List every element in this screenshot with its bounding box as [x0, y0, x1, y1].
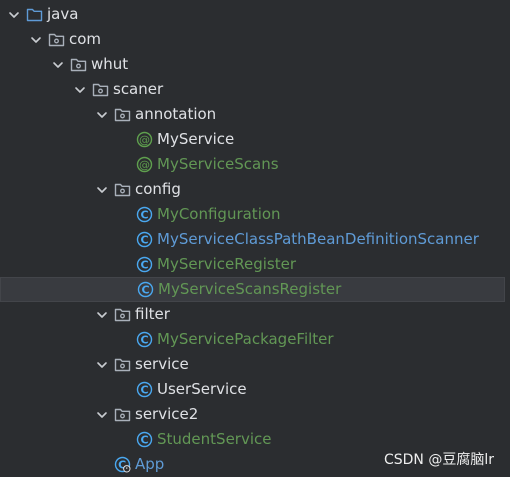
tree-item-scaner[interactable]: scaner: [0, 77, 505, 102]
chevron-down-icon[interactable]: [94, 357, 110, 373]
chevron-down-icon[interactable]: [94, 407, 110, 423]
tree-item-label: annotation: [135, 105, 217, 123]
package-icon: [48, 31, 65, 48]
tree-item-label: java: [47, 5, 79, 23]
tree-item-myconfiguration[interactable]: C MyConfiguration: [0, 202, 505, 227]
chevron-down-icon[interactable]: [6, 7, 22, 23]
svg-text:C: C: [140, 209, 148, 222]
chevron-down-icon[interactable]: [72, 82, 88, 98]
tree-item-config[interactable]: config: [0, 177, 505, 202]
package-icon: [114, 356, 131, 373]
svg-text:C: C: [140, 234, 148, 247]
class-icon: C: [136, 431, 153, 448]
class-icon: C: [136, 381, 153, 398]
tree-item-label: App: [135, 455, 165, 473]
tree-item-label: MyServiceRegister: [157, 255, 297, 273]
package-icon: [114, 181, 131, 198]
tree-item-label: MyServiceClassPathBeanDefinitionScanner: [157, 230, 479, 248]
package-icon: [114, 306, 131, 323]
tree-item-myservice[interactable]: @ MyService: [0, 127, 505, 152]
tree-item-label: com: [69, 30, 102, 48]
tree-item-label: UserService: [157, 380, 247, 398]
package-icon: [70, 56, 87, 73]
tree-item-label: config: [135, 180, 181, 198]
source-folder-icon: [26, 6, 43, 23]
tree-item-myservicepackagefilter[interactable]: C MyServicePackageFilter: [0, 327, 505, 352]
class-icon: C: [136, 256, 153, 273]
svg-text:C: C: [140, 259, 148, 272]
annotation-icon: @: [136, 131, 153, 148]
svg-text:C: C: [141, 284, 149, 297]
tree-item-label: service2: [135, 405, 199, 423]
tree-item-label: MyServicePackageFilter: [157, 330, 334, 348]
tree-item-myservicescansregister[interactable]: C MyServiceScansRegister: [0, 277, 505, 302]
chevron-down-icon[interactable]: [94, 107, 110, 123]
tree-item-filter[interactable]: filter: [0, 302, 505, 327]
tree-item-myservicescans[interactable]: @ MyServiceScans: [0, 152, 505, 177]
tree-item-label: MyService: [157, 130, 235, 148]
svg-text:C: C: [140, 384, 148, 397]
class-icon: C: [136, 206, 153, 223]
chevron-down-icon[interactable]: [94, 307, 110, 323]
tree-item-label: StudentService: [157, 430, 272, 448]
annotation-icon: @: [136, 156, 153, 173]
tree-item-label: whut: [91, 55, 129, 73]
tree-item-service[interactable]: service: [0, 352, 505, 377]
tree-item-whut[interactable]: whut: [0, 52, 505, 77]
tree-item-label: MyServiceScansRegister: [158, 280, 342, 298]
package-icon: [114, 406, 131, 423]
svg-text:@: @: [139, 158, 150, 171]
tree-item-java[interactable]: java: [0, 2, 505, 27]
tree-item-label: MyServiceScans: [157, 155, 279, 173]
tree-item-userservice[interactable]: C UserService: [0, 377, 505, 402]
project-tree: java com whut scaner annotation @ MyService @ My…: [0, 0, 510, 477]
class-icon: C: [137, 281, 154, 298]
svg-text:C: C: [140, 334, 148, 347]
main-class-icon: C: [114, 456, 131, 473]
watermark-text: CSDN @豆腐脑lr: [383, 452, 494, 468]
tree-item-annotation[interactable]: annotation: [0, 102, 505, 127]
package-icon: [114, 106, 131, 123]
tree-item-com[interactable]: com: [0, 27, 505, 52]
tree-item-myserviceclasspathbeandefinitionscanner[interactable]: C MyServiceClassPathBeanDefinitionScanner: [0, 227, 505, 252]
tree-item-service2[interactable]: service2: [0, 402, 505, 427]
tree-item-label: scaner: [113, 80, 164, 98]
class-icon: C: [136, 231, 153, 248]
package-icon: [92, 81, 109, 98]
chevron-down-icon[interactable]: [94, 182, 110, 198]
tree-item-label: service: [135, 355, 189, 373]
chevron-down-icon[interactable]: [28, 32, 44, 48]
chevron-down-icon[interactable]: [50, 57, 66, 73]
class-icon: C: [136, 331, 153, 348]
tree-item-myserviceregister[interactable]: C MyServiceRegister: [0, 252, 505, 277]
svg-text:@: @: [139, 133, 150, 146]
svg-text:C: C: [140, 434, 148, 447]
tree-item-label: filter: [135, 305, 170, 323]
tree-item-label: MyConfiguration: [157, 205, 281, 223]
